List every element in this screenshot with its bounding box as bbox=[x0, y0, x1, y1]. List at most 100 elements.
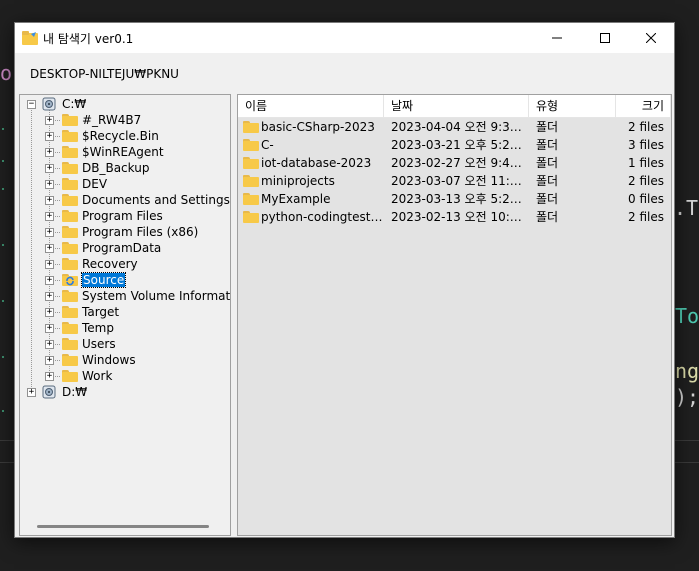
list-cell-size: 3 files bbox=[628, 138, 664, 152]
expand-toggle[interactable]: + bbox=[45, 164, 54, 173]
code-right-fragment-3: ng bbox=[675, 359, 699, 383]
list-cell-date: 2023-03-07 오전 11:3... bbox=[391, 174, 525, 188]
tree-node-c-drive[interactable]: − C:₩ bbox=[20, 96, 230, 112]
list-cell-size: 2 files bbox=[628, 174, 664, 188]
folder-icon bbox=[243, 211, 259, 223]
list-cell-size: 1 files bbox=[628, 156, 664, 170]
file-list-row[interactable]: C- 2023-03-21 오후 5:21:... 폴더 3 files bbox=[238, 136, 671, 154]
column-header-name[interactable]: 이름 bbox=[238, 95, 384, 117]
expand-toggle[interactable]: + bbox=[45, 324, 54, 333]
close-button[interactable] bbox=[628, 23, 674, 53]
folder-icon bbox=[62, 242, 78, 254]
expand-toggle[interactable]: + bbox=[45, 132, 54, 141]
collapse-toggle[interactable]: − bbox=[27, 100, 36, 109]
folder-icon bbox=[243, 193, 259, 205]
tree-item-label-selected: Source bbox=[80, 272, 127, 288]
tree-item[interactable]: + Program Files bbox=[20, 208, 230, 224]
folder-icon bbox=[62, 210, 78, 222]
list-cell-type: 폴더 bbox=[536, 174, 559, 188]
list-cell-size: 2 files bbox=[628, 120, 664, 134]
list-cell-name: python-codingtest-... bbox=[261, 210, 383, 224]
list-cell-type: 폴더 bbox=[536, 192, 559, 206]
tree-node-d-drive[interactable]: + D:₩ bbox=[20, 384, 230, 400]
folder-icon bbox=[62, 370, 78, 382]
expand-toggle[interactable]: + bbox=[45, 276, 54, 285]
list-cell-date: 2023-03-13 오후 5:28:... bbox=[391, 192, 525, 206]
list-header: 이름 날짜 유형 크기 bbox=[238, 95, 671, 118]
expand-toggle[interactable]: + bbox=[45, 340, 54, 349]
expand-toggle[interactable]: + bbox=[45, 180, 54, 189]
tree-item[interactable]: + $Recycle.Bin bbox=[20, 128, 230, 144]
file-list-row[interactable]: miniprojects 2023-03-07 오전 11:3... 폴더 2 fil… bbox=[238, 172, 671, 190]
list-cell-type: 폴더 bbox=[536, 120, 559, 134]
tree-item[interactable]: + ProgramData bbox=[20, 240, 230, 256]
folder-icon bbox=[62, 146, 78, 158]
expand-toggle[interactable]: + bbox=[45, 372, 54, 381]
column-header-size[interactable]: 크기 bbox=[616, 95, 671, 117]
expand-toggle[interactable]: + bbox=[45, 308, 54, 317]
tree-item-label: Temp bbox=[82, 321, 114, 335]
tree-item[interactable]: + Temp bbox=[20, 320, 230, 336]
tree-item-label: ProgramData bbox=[82, 241, 162, 255]
column-header-date[interactable]: 날짜 bbox=[384, 95, 529, 117]
minimize-button[interactable] bbox=[534, 23, 580, 53]
column-header-type[interactable]: 유형 bbox=[529, 95, 616, 117]
folder-icon bbox=[243, 157, 259, 169]
expand-toggle[interactable]: + bbox=[27, 388, 36, 397]
expand-toggle[interactable]: + bbox=[45, 116, 54, 125]
expand-toggle[interactable]: + bbox=[45, 196, 54, 205]
tree-horizontal-scrollbar[interactable] bbox=[20, 518, 230, 535]
file-list-view[interactable]: 이름 날짜 유형 크기 basic-CSharp-2023 2023-04-04 … bbox=[237, 94, 672, 536]
tree-item-label: $Recycle.Bin bbox=[82, 129, 159, 143]
expand-toggle[interactable]: + bbox=[45, 260, 54, 269]
file-list-row[interactable]: iot-database-2023 2023-02-27 오전 9:49:... 폴… bbox=[238, 154, 671, 172]
tree-item[interactable]: + Windows bbox=[20, 352, 230, 368]
tree-item[interactable]: + Users bbox=[20, 336, 230, 352]
tree-item[interactable]: + DEV bbox=[20, 176, 230, 192]
folder-icon bbox=[62, 338, 78, 350]
current-path-label: DESKTOP-NILTEJU₩PKNU bbox=[30, 67, 179, 81]
tree-item[interactable]: + #_RW4B7 bbox=[20, 112, 230, 128]
list-cell-type: 폴더 bbox=[536, 156, 559, 170]
expand-toggle[interactable]: + bbox=[45, 292, 54, 301]
folder-icon bbox=[243, 121, 259, 133]
tree-label-c-drive: C:₩ bbox=[62, 97, 87, 111]
list-cell-date: 2023-03-21 오후 5:21:... bbox=[391, 138, 525, 152]
tree-item-label: DEV bbox=[82, 177, 108, 191]
expand-toggle[interactable]: + bbox=[45, 244, 54, 253]
tree-item[interactable]: + Source bbox=[20, 272, 230, 288]
list-cell-date: 2023-04-04 오전 9:37:... bbox=[391, 120, 525, 134]
list-cell-date: 2023-02-13 오전 10:3... bbox=[391, 210, 525, 224]
expand-toggle[interactable]: + bbox=[45, 148, 54, 157]
minimize-icon bbox=[552, 37, 562, 39]
folder-icon bbox=[62, 322, 78, 334]
expand-toggle[interactable]: + bbox=[45, 356, 54, 365]
tree-item[interactable]: + Target bbox=[20, 304, 230, 320]
tree-item-label: Program Files bbox=[82, 209, 163, 223]
tree-item-label: Windows bbox=[82, 353, 136, 367]
tree-item[interactable]: + Recovery bbox=[20, 256, 230, 272]
list-cell-name: MyExample bbox=[261, 192, 331, 206]
title-bar[interactable]: 내 탐색기 ver0.1 bbox=[15, 23, 674, 53]
drive-icon bbox=[42, 385, 56, 399]
tree-item[interactable]: + System Volume Information bbox=[20, 288, 230, 304]
file-list-row[interactable]: MyExample 2023-03-13 오후 5:28:... 폴더 0 files bbox=[238, 190, 671, 208]
drive-icon bbox=[42, 97, 56, 111]
file-list-row[interactable]: basic-CSharp-2023 2023-04-04 오전 9:37:... 폴… bbox=[238, 118, 671, 136]
tree-item[interactable]: + Work bbox=[20, 368, 230, 384]
folder-app-icon bbox=[22, 31, 38, 45]
tree-item[interactable]: + Program Files (x86) bbox=[20, 224, 230, 240]
tree-item[interactable]: + Documents and Settings bbox=[20, 192, 230, 208]
expand-toggle[interactable]: + bbox=[45, 228, 54, 237]
list-cell-type: 폴더 bbox=[536, 210, 559, 224]
expand-toggle[interactable]: + bbox=[45, 212, 54, 221]
code-right-fragment-2: To bbox=[675, 304, 699, 328]
tree-item[interactable]: + $WinREAgent bbox=[20, 144, 230, 160]
maximize-button[interactable] bbox=[582, 23, 628, 53]
tree-item-label: System Volume Information bbox=[82, 289, 231, 303]
tree-item[interactable]: + DB_Backup bbox=[20, 160, 230, 176]
file-list-row[interactable]: python-codingtest-... 2023-02-13 오전 10:3.… bbox=[238, 208, 671, 226]
scrollbar-thumb[interactable] bbox=[37, 525, 209, 528]
folder-tree-view[interactable]: − C:₩ + #_RW4B7 + $Recycle.Bin + $WinREAgent + DB… bbox=[19, 94, 231, 536]
list-cell-name: C- bbox=[261, 138, 274, 152]
